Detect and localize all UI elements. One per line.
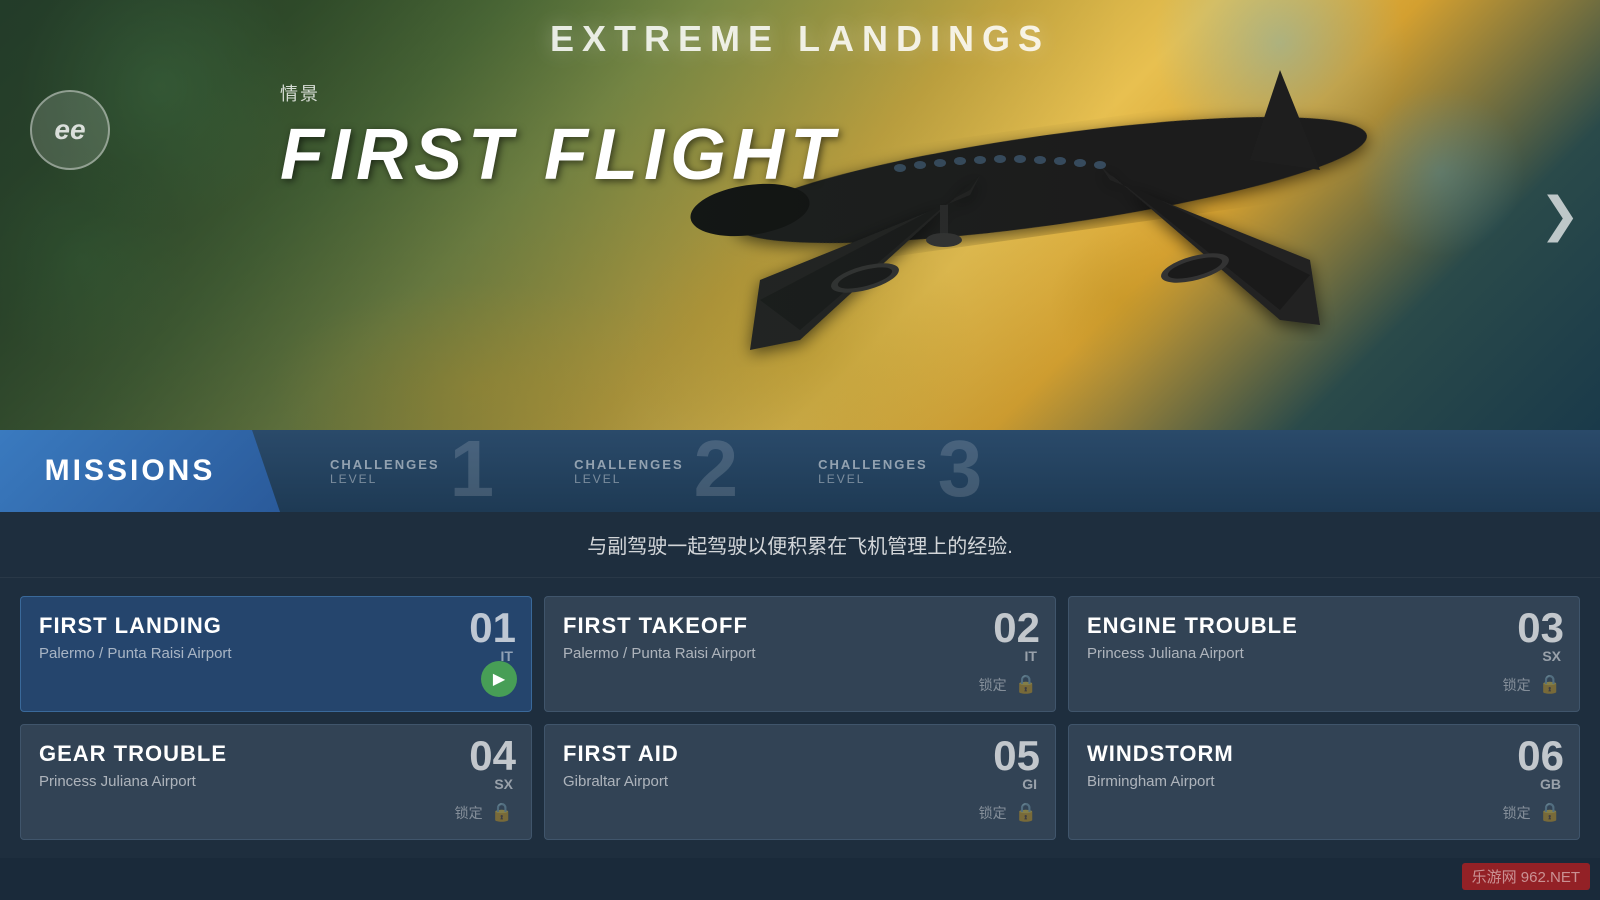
challenge-tab-1[interactable]: CHALLENGES LEVEL 1 — [280, 430, 524, 512]
mission-name-02: FIRST TAKEOFF — [563, 613, 1037, 639]
mission-airport-03: Princess Juliana Airport — [1087, 645, 1244, 662]
mission-name-04: GEAR TROUBLE — [39, 741, 513, 767]
challenge-1-label: CHALLENGES — [330, 457, 440, 472]
mission-card-01[interactable]: 01 FIRST LANDING Palermo / Punta Raisi A… — [20, 596, 532, 712]
challenge-2-number: 2 — [694, 429, 739, 509]
mission-airport-01: Palermo / Punta Raisi Airport — [39, 645, 232, 662]
watermark-site: 乐游网 — [1472, 869, 1517, 886]
mission-number-04: 04 — [469, 735, 516, 777]
next-arrow-button[interactable]: ❯ — [1540, 187, 1580, 243]
challenge-2-label: CHALLENGES — [574, 457, 684, 472]
hero-subtitle: 情景 — [280, 80, 840, 106]
description-bar: 与副驾驶一起驾驶以便积累在飞机管理上的经验. — [0, 512, 1600, 578]
mission-number-03: 03 — [1517, 607, 1564, 649]
missions-tab[interactable]: MISSIONS — [0, 430, 280, 512]
challenge-3-level: LEVEL — [818, 472, 865, 486]
hero-title-area: 情景 FIRST FLIGHT — [280, 80, 840, 196]
challenge-tab-3[interactable]: CHALLENGES LEVEL 3 — [768, 430, 1012, 512]
tabs-bar: MISSIONS CHALLENGES LEVEL 1 CHALLENGES L… — [0, 430, 1600, 512]
lock-text-02: 锁定 — [979, 675, 1007, 695]
hero-banner: EXTREME LANDINGS ee 情景 FIRST FLIGHT ❯ — [0, 0, 1600, 430]
challenge-1-number: 1 — [450, 429, 495, 509]
mission-name-03: ENGINE TROUBLE — [1087, 613, 1561, 639]
mission-airport-06: Birmingham Airport — [1087, 773, 1215, 790]
play-button-01[interactable]: ▶ — [481, 661, 517, 697]
mission-number-02: 02 — [993, 607, 1040, 649]
challenge-3-number: 3 — [938, 429, 983, 509]
mission-name-01: FIRST LANDING — [39, 613, 513, 639]
lock-icon-06: 🔒 — [1539, 802, 1561, 823]
watermark: 乐游网 962.NET — [1462, 863, 1590, 890]
lock-text-06: 锁定 — [1503, 803, 1531, 823]
hero-title: FIRST FLIGHT — [280, 114, 840, 196]
content-area: 与副驾驶一起驾驶以便积累在飞机管理上的经验. 01 FIRST LANDING … — [0, 512, 1600, 858]
mission-airport-04: Princess Juliana Airport — [39, 773, 196, 790]
mission-card-03[interactable]: 03 ENGINE TROUBLE Princess Juliana Airpo… — [1068, 596, 1580, 712]
lock-text-03: 锁定 — [1503, 675, 1531, 695]
game-title: EXTREME LANDINGS — [0, 18, 1600, 60]
mission-card-06[interactable]: 06 WINDSTORM Birmingham Airport GB 锁定 🔒 — [1068, 724, 1580, 840]
mission-airport-05: Gibraltar Airport — [563, 773, 668, 790]
lock-icon-02: 🔒 — [1015, 674, 1037, 695]
missions-tab-label: MISSIONS — [45, 454, 216, 488]
mission-card-04[interactable]: 04 GEAR TROUBLE Princess Juliana Airport… — [20, 724, 532, 840]
challenge-3-label: CHALLENGES — [818, 457, 928, 472]
mission-name-06: WINDSTORM — [1087, 741, 1561, 767]
missions-grid: 01 FIRST LANDING Palermo / Punta Raisi A… — [0, 578, 1600, 858]
lock-icon-05: 🔒 — [1015, 802, 1037, 823]
mission-number-06: 06 — [1517, 735, 1564, 777]
mission-number-05: 05 — [993, 735, 1040, 777]
watermark-url: 962.NET — [1521, 869, 1580, 886]
game-logo: ee — [30, 90, 110, 170]
mission-airport-02: Palermo / Punta Raisi Airport — [563, 645, 756, 662]
hero-overlay — [0, 0, 1600, 430]
mission-card-05[interactable]: 05 FIRST AID Gibraltar Airport GI 锁定 🔒 — [544, 724, 1056, 840]
lock-icon-04: 🔒 — [491, 802, 513, 823]
mission-name-05: FIRST AID — [563, 741, 1037, 767]
lock-text-05: 锁定 — [979, 803, 1007, 823]
challenge-2-level: LEVEL — [574, 472, 621, 486]
mission-card-02[interactable]: 02 FIRST TAKEOFF Palermo / Punta Raisi A… — [544, 596, 1056, 712]
lock-icon-03: 🔒 — [1539, 674, 1561, 695]
mission-number-01: 01 — [469, 607, 516, 649]
challenge-tab-2[interactable]: CHALLENGES LEVEL 2 — [524, 430, 768, 512]
challenge-1-level: LEVEL — [330, 472, 377, 486]
lock-text-04: 锁定 — [455, 803, 483, 823]
